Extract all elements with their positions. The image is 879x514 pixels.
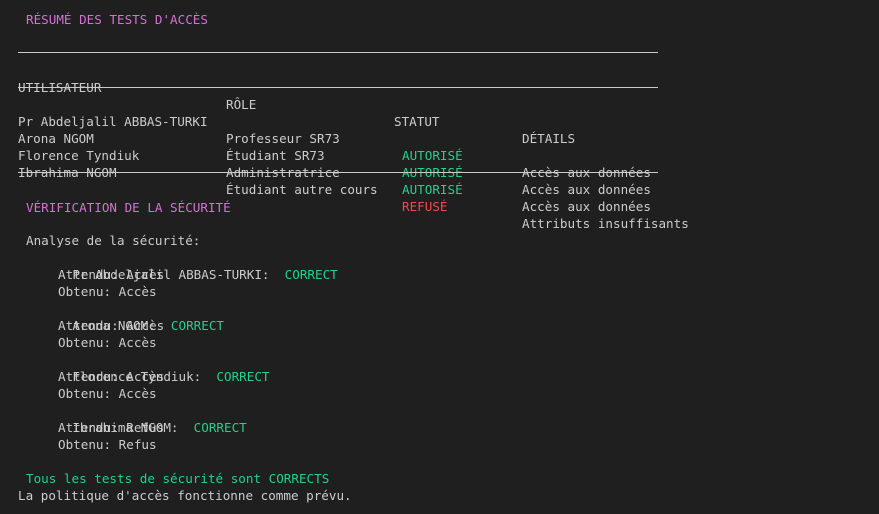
check-result: CORRECT <box>284 267 338 282</box>
final-status: Tous les tests de sécurité sont CORRECTS <box>26 471 330 486</box>
table-top-rule <box>18 52 658 53</box>
check-result: CORRECT <box>216 369 270 384</box>
table-row: Arona NGOM Étudiant SR73 AUTORISÉ Accès … <box>0 113 879 197</box>
table-header-row: UTILISATEUR RÔLE STATUT DÉTAILS <box>0 62 879 146</box>
table-header-rule <box>18 87 658 88</box>
check-line: Pr Abdeljalil ABBAS-TURKI: CORRECT <box>42 249 337 282</box>
analysis-heading: Analyse de la sécurité: <box>26 233 201 248</box>
check-line: Arona NGOM: CORRECT <box>42 300 224 333</box>
check-expected: Attendu: Accès <box>58 369 165 384</box>
table-row: Florence Tyndiuk Administratrice AUTORIS… <box>0 130 879 214</box>
final-note: La politique d'accès fonctionne comme pr… <box>18 488 352 503</box>
security-title: VÉRIFICATION DE LA SÉCURITÉ <box>26 200 231 215</box>
check-expected: Attendu: Refus <box>58 420 165 435</box>
terminal-output: RÉSUMÉ DES TESTS D'ACCÈS UTILISATEUR RÔL… <box>0 0 879 514</box>
cell-status: AUTORISÉ <box>402 182 463 197</box>
check-line: Florence Tyndiuk: CORRECT <box>42 351 269 384</box>
cell-status: REFUSÉ <box>402 199 448 214</box>
check-obtained: Obtenu: Accès <box>58 335 157 350</box>
check-obtained: Obtenu: Accès <box>58 386 157 401</box>
check-expected: Attendu: Accès <box>58 318 165 333</box>
cell-details: Accès aux données <box>522 199 651 214</box>
table-row: Ibrahima NGOM Étudiant autre cours REFUS… <box>0 147 879 231</box>
cell-details: Accès aux données <box>522 182 651 197</box>
summary-title: RÉSUMÉ DES TESTS D'ACCÈS <box>26 12 208 27</box>
cell-role: Étudiant autre cours <box>226 182 378 197</box>
check-obtained: Obtenu: Refus <box>58 437 157 452</box>
check-line: Ibrahima NGOM: CORRECT <box>42 402 246 435</box>
check-result: CORRECT <box>193 420 247 435</box>
cell-details: Attributs insuffisants <box>522 216 689 231</box>
table-bottom-rule <box>18 172 658 173</box>
check-expected: Attendu: Accès <box>58 267 165 282</box>
check-obtained: Obtenu: Accès <box>58 284 157 299</box>
table-row: Pr Abdeljalil ABBAS-TURKI Professeur SR7… <box>0 96 879 180</box>
check-result: CORRECT <box>170 318 224 333</box>
